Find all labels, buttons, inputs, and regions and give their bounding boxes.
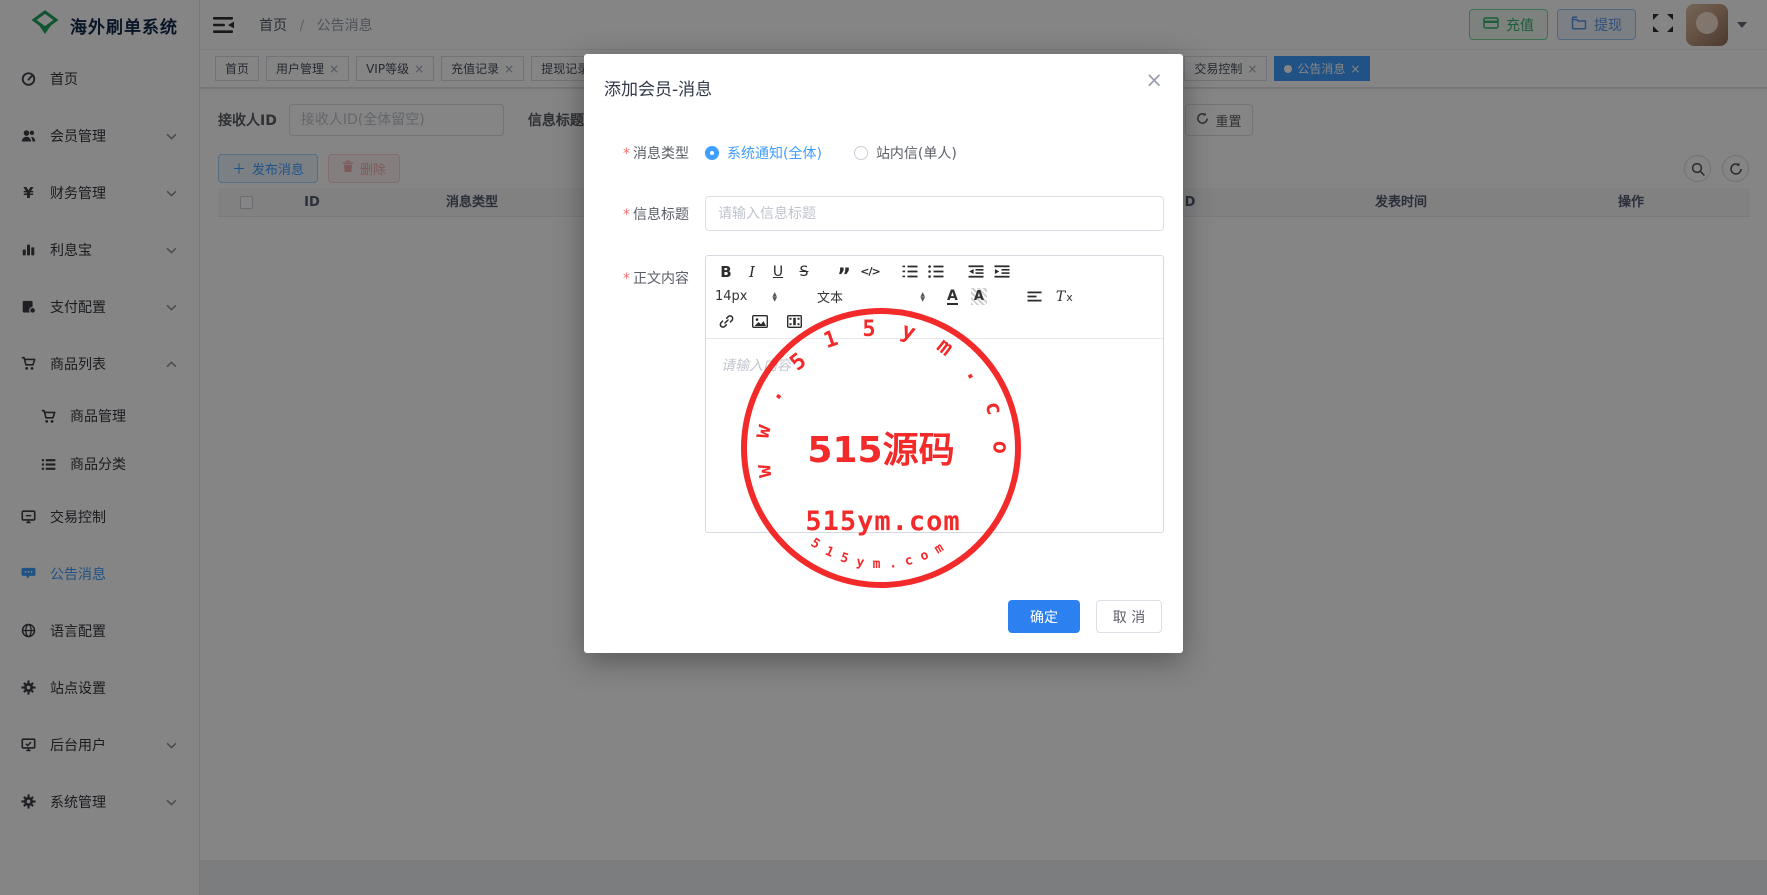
code-icon[interactable]: </> [859, 261, 881, 282]
radio-system-notice[interactable] [705, 146, 719, 160]
close-icon[interactable]: × [1141, 66, 1167, 95]
dialog-title: 添加会员-消息 [604, 75, 712, 100]
message-type-label: *消息类型 [584, 143, 689, 163]
ordered-list-icon[interactable] [899, 261, 921, 282]
highlight-color-button[interactable]: A [971, 288, 987, 305]
paragraph-format-select[interactable]: 文本 ▲▼ [817, 287, 925, 306]
radio-private-message[interactable] [854, 146, 868, 160]
italic-button[interactable]: I [741, 261, 763, 282]
content-field-label: *正文内容 [584, 255, 689, 533]
unordered-list-icon[interactable] [925, 261, 947, 282]
editor-toolbar: B I U S ” </> [706, 256, 1163, 339]
dialog-title-field-label: *信息标题 [584, 204, 689, 224]
editor-content-area[interactable]: 请输入内容 [706, 339, 1163, 532]
radio-private-message-label[interactable]: 站内信(单人) [876, 143, 957, 163]
blockquote-icon[interactable]: ” [833, 261, 855, 282]
message-content-row: *正文内容 B I U S ” </> [584, 255, 1163, 533]
clear-format-button[interactable]: Tx [1056, 289, 1073, 305]
app-root: 海外刷单系统 首页 会员管理 ¥ 财务管理 [0, 0, 1767, 895]
radio-system-notice-label[interactable]: 系统通知(全体) [727, 143, 822, 163]
editor-placeholder: 请输入内容 [721, 355, 791, 375]
add-message-dialog: 添加会员-消息 × *消息类型 系统通知(全体) 站内信(单人) *信息标题 *… [584, 54, 1183, 653]
message-type-options: 系统通知(全体) 站内信(单人) [705, 143, 957, 163]
font-size-select[interactable]: 14px ▲▼ [715, 289, 777, 304]
video-icon[interactable] [783, 311, 805, 332]
spinner-arrows-icon: ▲▼ [920, 292, 925, 302]
dialog-message-title-input[interactable] [705, 196, 1164, 231]
message-type-row: *消息类型 系统通知(全体) 站内信(单人) [584, 143, 1163, 163]
align-icon[interactable] [1027, 287, 1042, 306]
underline-button[interactable]: U [767, 261, 789, 282]
outdent-icon[interactable] [965, 261, 987, 282]
link-icon[interactable] [715, 311, 737, 332]
image-icon[interactable] [749, 311, 771, 332]
bold-button[interactable]: B [715, 261, 737, 282]
indent-icon[interactable] [991, 261, 1013, 282]
message-title-row: *信息标题 [584, 196, 1163, 231]
strikethrough-button[interactable]: S [793, 261, 815, 282]
rich-text-editor: B I U S ” </> [705, 255, 1164, 533]
spinner-arrows-icon: ▲▼ [772, 292, 777, 302]
cancel-button[interactable]: 取 消 [1096, 600, 1162, 633]
confirm-button[interactable]: 确定 [1008, 600, 1080, 633]
font-color-button[interactable]: A [947, 289, 958, 305]
